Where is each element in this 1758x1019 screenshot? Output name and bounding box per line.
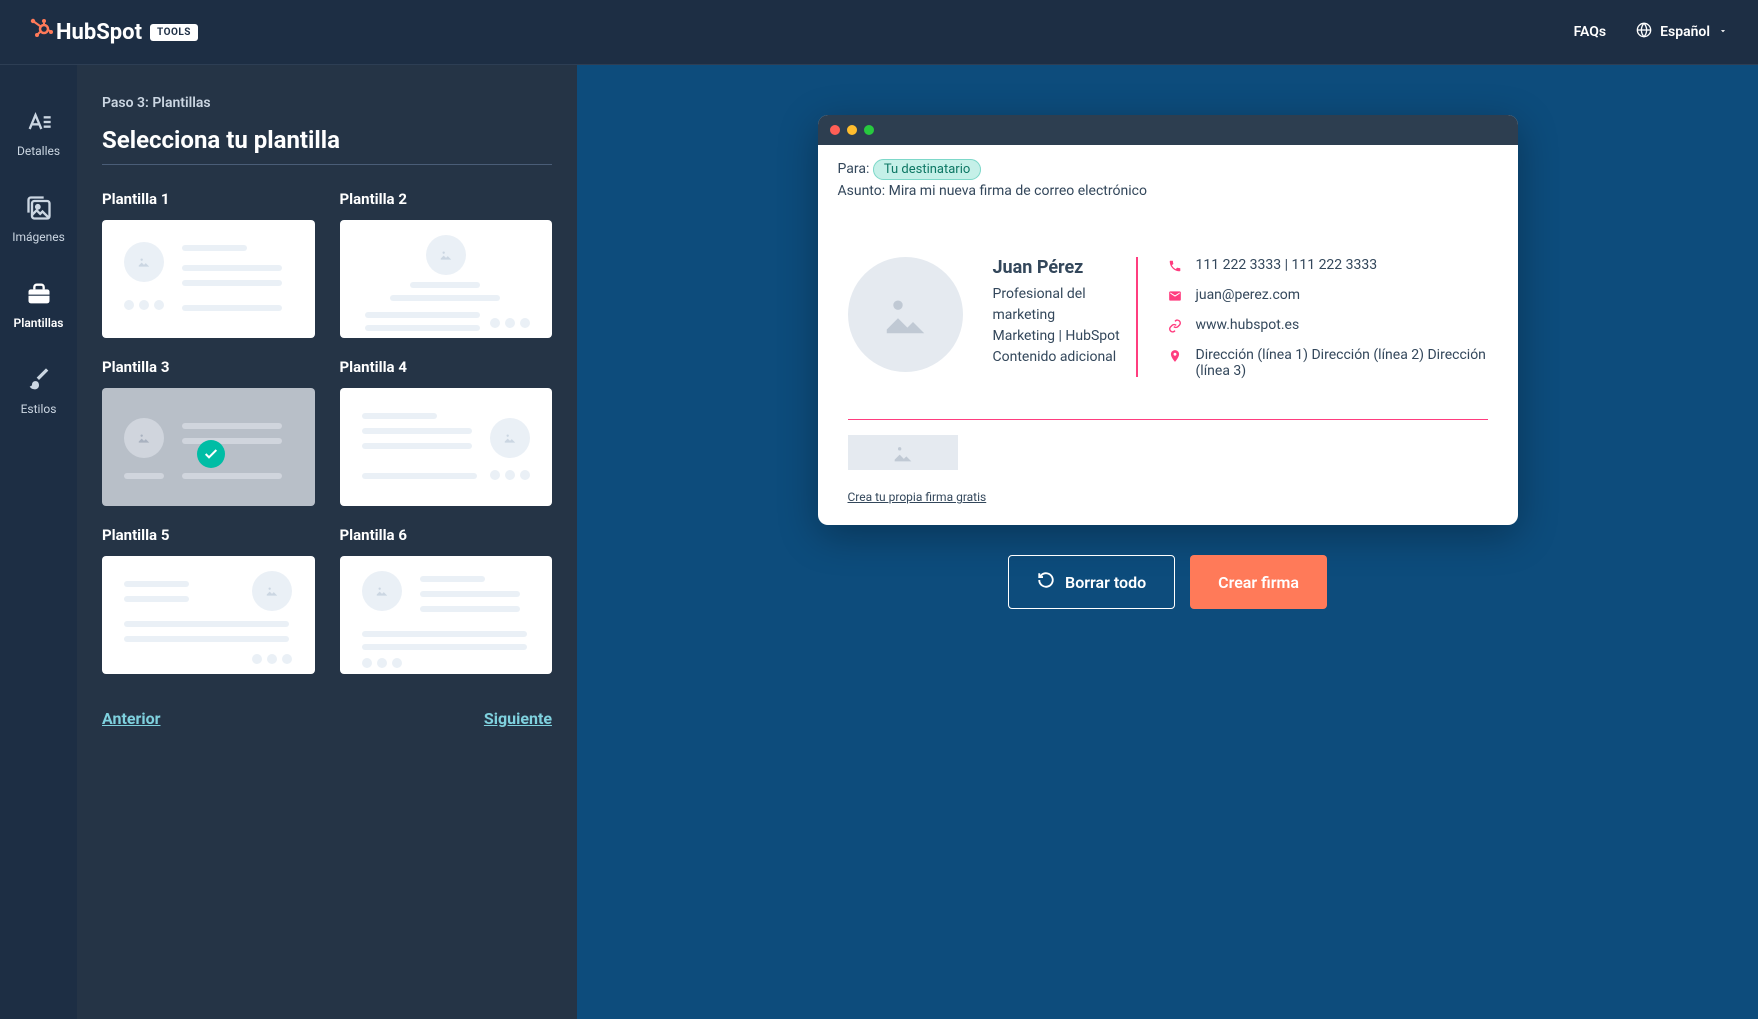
sidebar-label: Plantillas [14, 316, 64, 330]
signature-area: Juan Pérez Profesional del marketing Mar… [818, 217, 1518, 525]
to-row: Para: Tu destinatario [838, 161, 1498, 177]
step-label: Paso 3: Plantillas [102, 95, 552, 111]
template-label: Plantilla 6 [340, 526, 553, 544]
chevron-down-icon [1718, 24, 1728, 40]
template-card-2[interactable] [340, 220, 553, 338]
globe-icon [1636, 22, 1652, 42]
brand-name: HubSpot [56, 20, 142, 45]
checkmark-icon [197, 440, 225, 468]
template-item-5: Plantilla 5 [102, 526, 315, 674]
signature-divider [848, 419, 1488, 420]
hubspot-logo: HubSpot [30, 17, 142, 47]
template-label: Plantilla 1 [102, 190, 315, 208]
signature-name: Juan Pérez [993, 257, 1121, 278]
hubspot-sprocket-icon [30, 17, 54, 47]
template-item-6: Plantilla 6 [340, 526, 553, 674]
subject-label: Asunto: [838, 183, 886, 199]
phone-value: 111 222 3333 | 111 222 3333 [1196, 257, 1378, 273]
logo-group[interactable]: HubSpot TOOLS [30, 17, 198, 47]
window-titlebar [818, 115, 1518, 145]
template-label: Plantilla 5 [102, 526, 315, 544]
template-item-3: Plantilla 3 [102, 358, 315, 506]
recipient-pill: Tu destinatario [873, 159, 981, 180]
avatar-placeholder [848, 257, 963, 372]
sidebar-item-detalles[interactable]: Detalles [0, 90, 77, 176]
sidebar: Detalles Imágenes Plantillas Estilos [0, 65, 77, 1019]
template-label: Plantilla 2 [340, 190, 553, 208]
preview-panel: Para: Tu destinatario Asunto: Mira mi nu… [577, 65, 1758, 1019]
signature-identity: Juan Pérez Profesional del marketing Mar… [993, 257, 1138, 377]
create-button[interactable]: Crear firma [1190, 555, 1327, 609]
subject-value: Mira mi nueva firma de correo electrónic… [889, 183, 1147, 199]
link-icon [1168, 319, 1184, 337]
address-value: Dirección (línea 1) Dirección (línea 2) … [1196, 347, 1488, 379]
phone-row: 111 222 3333 | 111 222 3333 [1168, 257, 1488, 277]
website-value: www.hubspot.es [1196, 317, 1300, 333]
window-minimize-icon [847, 125, 857, 135]
tools-badge: TOOLS [150, 24, 198, 41]
sidebar-label: Estilos [21, 402, 57, 416]
faq-link[interactable]: FAQs [1574, 24, 1607, 40]
next-button[interactable]: Siguiente [484, 709, 552, 728]
template-card-5[interactable] [102, 556, 315, 674]
images-icon [25, 194, 53, 222]
prev-button[interactable]: Anterior [102, 709, 161, 728]
template-item-2: Plantilla 2 [340, 190, 553, 338]
email-icon [1168, 289, 1184, 307]
template-item-4: Plantilla 4 [340, 358, 553, 506]
sidebar-item-estilos[interactable]: Estilos [0, 348, 77, 434]
sidebar-item-plantillas[interactable]: Plantillas [0, 262, 77, 348]
signature-contacts: 111 222 3333 | 111 222 3333 juan@perez.c… [1168, 257, 1488, 389]
sidebar-label: Detalles [17, 144, 60, 158]
app-header: HubSpot TOOLS FAQs Español [0, 0, 1758, 65]
website-row: www.hubspot.es [1168, 317, 1488, 337]
template-card-6[interactable] [340, 556, 553, 674]
window-close-icon [830, 125, 840, 135]
action-buttons: Borrar todo Crear firma [1008, 555, 1327, 609]
clear-button[interactable]: Borrar todo [1008, 555, 1175, 609]
preview-window: Para: Tu destinatario Asunto: Mira mi nu… [818, 115, 1518, 525]
title-divider [102, 164, 552, 165]
templates-grid: Plantilla 1 [102, 190, 552, 674]
sidebar-label: Imágenes [12, 230, 65, 244]
clear-label: Borrar todo [1065, 573, 1146, 592]
to-label: Para: [838, 161, 870, 177]
panel-title: Selecciona tu plantilla [102, 126, 552, 154]
signature-footer-link[interactable]: Crea tu propia firma gratis [848, 490, 987, 504]
brush-icon [25, 366, 53, 394]
window-maximize-icon [864, 125, 874, 135]
template-label: Plantilla 3 [102, 358, 315, 376]
templates-panel: Paso 3: Plantillas Selecciona tu plantil… [77, 65, 577, 1019]
template-item-1: Plantilla 1 [102, 190, 315, 338]
language-label: Español [1660, 24, 1710, 40]
text-icon [25, 108, 53, 136]
signature-dept: Marketing | HubSpot [993, 326, 1121, 347]
signature-extra: Contenido adicional [993, 347, 1121, 368]
location-icon [1168, 349, 1184, 367]
panel-nav: Anterior Siguiente [102, 709, 552, 748]
sidebar-item-imagenes[interactable]: Imágenes [0, 176, 77, 262]
create-label: Crear firma [1218, 573, 1299, 592]
logo-placeholder [848, 435, 958, 470]
email-meta: Para: Tu destinatario Asunto: Mira mi nu… [818, 145, 1518, 217]
address-row: Dirección (línea 1) Dirección (línea 2) … [1168, 347, 1488, 379]
template-card-4[interactable] [340, 388, 553, 506]
header-right: FAQs Español [1574, 22, 1728, 42]
template-card-1[interactable] [102, 220, 315, 338]
email-value: juan@perez.com [1196, 287, 1301, 303]
phone-icon [1168, 259, 1184, 277]
language-selector[interactable]: Español [1636, 22, 1728, 42]
briefcase-icon [25, 280, 53, 308]
template-label: Plantilla 4 [340, 358, 553, 376]
template-card-3[interactable] [102, 388, 315, 506]
signature-title: Profesional del marketing [993, 284, 1121, 326]
subject-row: Asunto: Mira mi nueva firma de correo el… [838, 183, 1498, 199]
refresh-icon [1037, 571, 1055, 593]
email-row: juan@perez.com [1168, 287, 1488, 307]
